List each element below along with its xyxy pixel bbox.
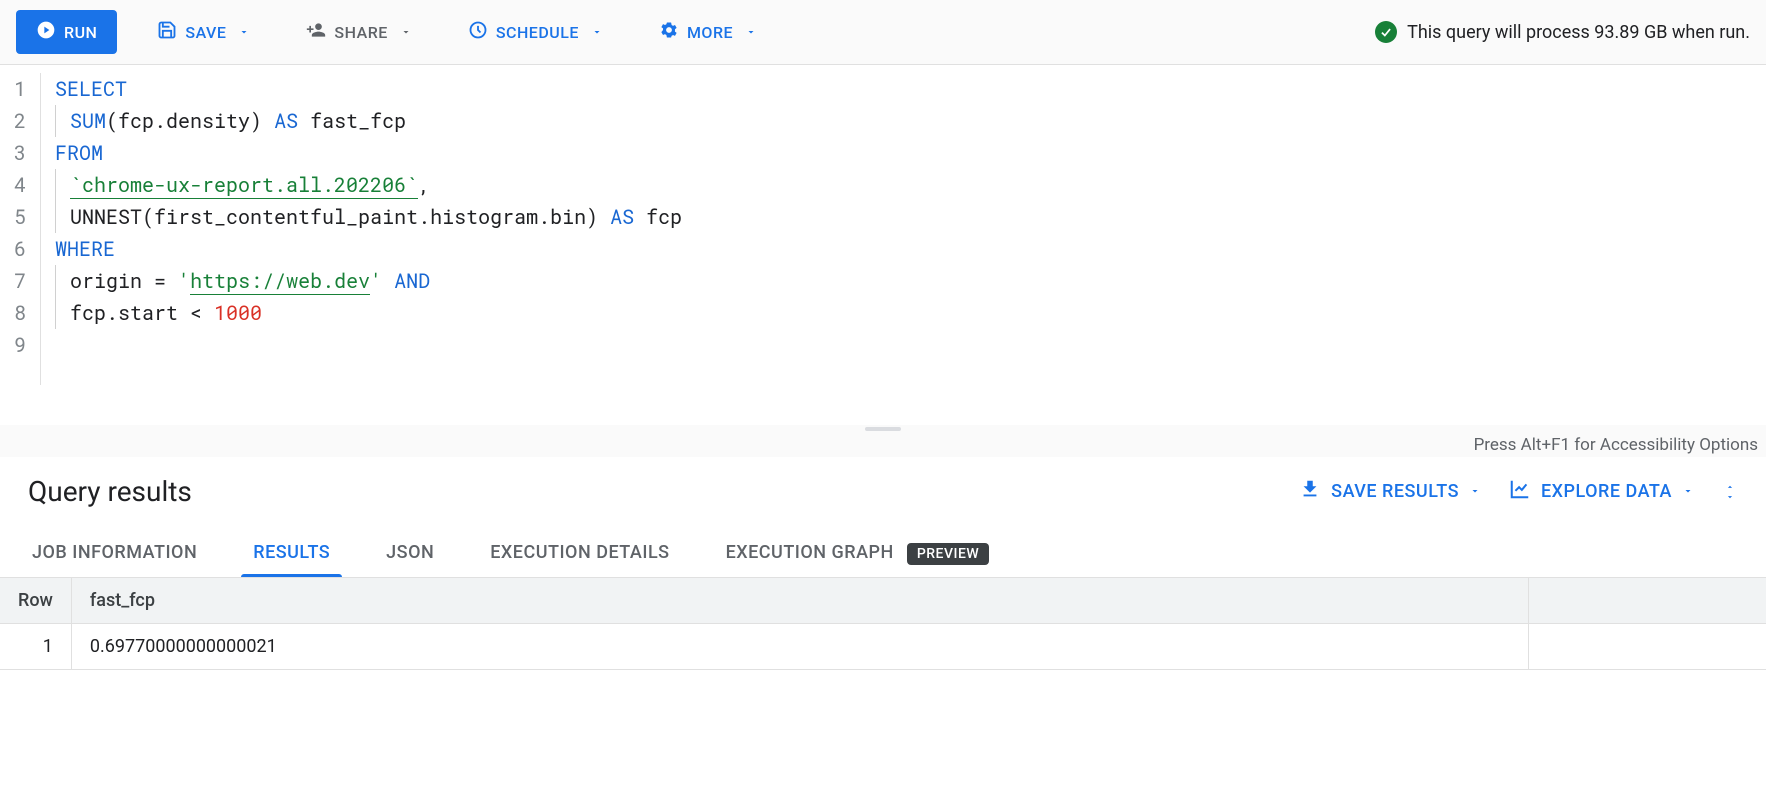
download-icon bbox=[1299, 478, 1321, 505]
clock-icon bbox=[468, 20, 488, 44]
code-line: `chrome-ux-report.all.202206`, bbox=[55, 169, 1766, 201]
accessibility-hint: Press Alt+F1 for Accessibility Options bbox=[0, 433, 1766, 457]
table-header-cell: fast_fcp bbox=[71, 578, 1528, 624]
results-header: Query results SAVE RESULTS EXPLORE DATA bbox=[0, 457, 1766, 526]
code-line: fcp.start < 1000 bbox=[55, 297, 1766, 329]
pane-resize-handle[interactable] bbox=[0, 425, 1766, 433]
tab-json[interactable]: JSON bbox=[382, 526, 438, 577]
table-header-row: Rowfast_fcp bbox=[0, 578, 1766, 624]
tab-execution-graph-label: EXECUTION GRAPH bbox=[726, 542, 894, 563]
sql-editor[interactable]: 123456789 SELECTSUM(fcp.density) AS fast… bbox=[0, 65, 1766, 425]
share-button[interactable]: SHARE bbox=[290, 12, 427, 52]
chevron-down-icon bbox=[591, 23, 603, 42]
check-circle-icon bbox=[1375, 21, 1397, 43]
table-row: 10.69770000000000021 bbox=[0, 624, 1766, 670]
more-button[interactable]: MORE bbox=[643, 12, 773, 52]
table-body: 10.69770000000000021 bbox=[0, 624, 1766, 670]
chart-icon bbox=[1509, 478, 1531, 505]
results-title: Query results bbox=[28, 475, 1271, 508]
code-line: SELECT bbox=[55, 73, 1766, 105]
save-icon bbox=[157, 20, 177, 44]
preview-badge: PREVIEW bbox=[907, 543, 989, 565]
schedule-button[interactable]: SCHEDULE bbox=[452, 12, 619, 52]
chevron-down-icon bbox=[745, 23, 757, 42]
tab-execution-details[interactable]: EXECUTION DETAILS bbox=[486, 526, 673, 577]
explore-data-button[interactable]: EXPLORE DATA bbox=[1509, 478, 1694, 505]
chevron-down-icon bbox=[238, 23, 250, 42]
person-add-icon bbox=[306, 20, 326, 44]
more-label: MORE bbox=[687, 23, 733, 42]
code-line: SUM(fcp.density) AS fast_fcp bbox=[55, 105, 1766, 137]
explore-data-label: EXPLORE DATA bbox=[1541, 481, 1672, 502]
share-label: SHARE bbox=[334, 23, 387, 42]
code-line: origin = 'https://web.dev' AND bbox=[55, 265, 1766, 297]
save-label: SAVE bbox=[185, 23, 226, 42]
expand-collapse-button[interactable] bbox=[1722, 482, 1738, 502]
gear-icon bbox=[659, 20, 679, 44]
table-header-cell: Row bbox=[0, 578, 71, 624]
table-cell: 1 bbox=[0, 624, 71, 670]
code-line: FROM bbox=[55, 137, 1766, 169]
query-status: This query will process 93.89 GB when ru… bbox=[1375, 21, 1750, 43]
code-line: WHERE bbox=[55, 233, 1766, 265]
code-area[interactable]: SELECTSUM(fcp.density) AS fast_fcpFROM`c… bbox=[40, 73, 1766, 385]
save-button[interactable]: SAVE bbox=[141, 12, 266, 52]
result-table: Rowfast_fcp 10.69770000000000021 bbox=[0, 578, 1766, 670]
chevron-down-icon bbox=[400, 23, 412, 42]
line-gutter: 123456789 bbox=[0, 73, 40, 385]
tab-execution-graph[interactable]: EXECUTION GRAPH PREVIEW bbox=[722, 526, 994, 577]
table-cell: 0.69770000000000021 bbox=[71, 624, 1528, 670]
chevron-down-icon bbox=[1682, 481, 1694, 502]
toolbar: RUN SAVE SHARE SCHEDULE MORE bbox=[0, 0, 1766, 65]
save-results-label: SAVE RESULTS bbox=[1331, 481, 1459, 502]
schedule-label: SCHEDULE bbox=[496, 23, 579, 42]
tab-results[interactable]: RESULTS bbox=[249, 526, 334, 577]
save-results-button[interactable]: SAVE RESULTS bbox=[1299, 478, 1481, 505]
play-icon bbox=[36, 20, 56, 44]
code-line: UNNEST(first_contentful_paint.histogram.… bbox=[55, 201, 1766, 233]
tab-job-information[interactable]: JOB INFORMATION bbox=[28, 526, 201, 577]
status-text: This query will process 93.89 GB when ru… bbox=[1407, 22, 1750, 43]
chevron-down-icon bbox=[1469, 481, 1481, 502]
results-tabs: JOB INFORMATION RESULTS JSON EXECUTION D… bbox=[0, 526, 1766, 578]
run-label: RUN bbox=[64, 23, 97, 42]
run-button[interactable]: RUN bbox=[16, 10, 117, 54]
